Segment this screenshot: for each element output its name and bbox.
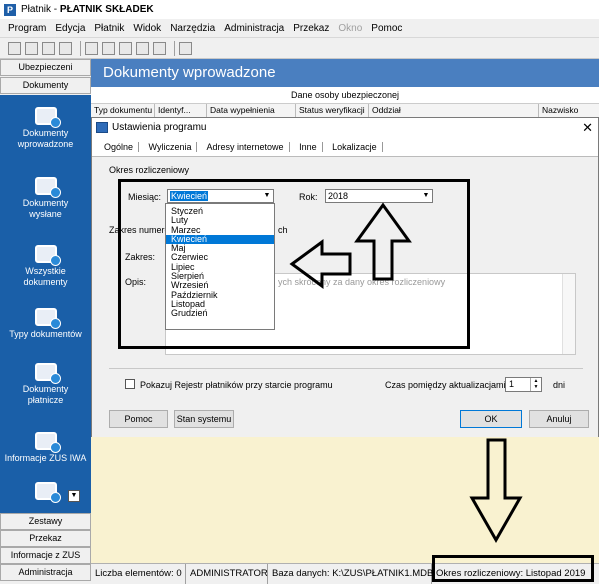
annotation-down-arrow-icon <box>469 438 523 544</box>
annotation-up-arrow-icon <box>354 202 412 281</box>
annotation-arrows <box>289 202 523 544</box>
annotation-left-arrow-icon <box>289 239 352 289</box>
